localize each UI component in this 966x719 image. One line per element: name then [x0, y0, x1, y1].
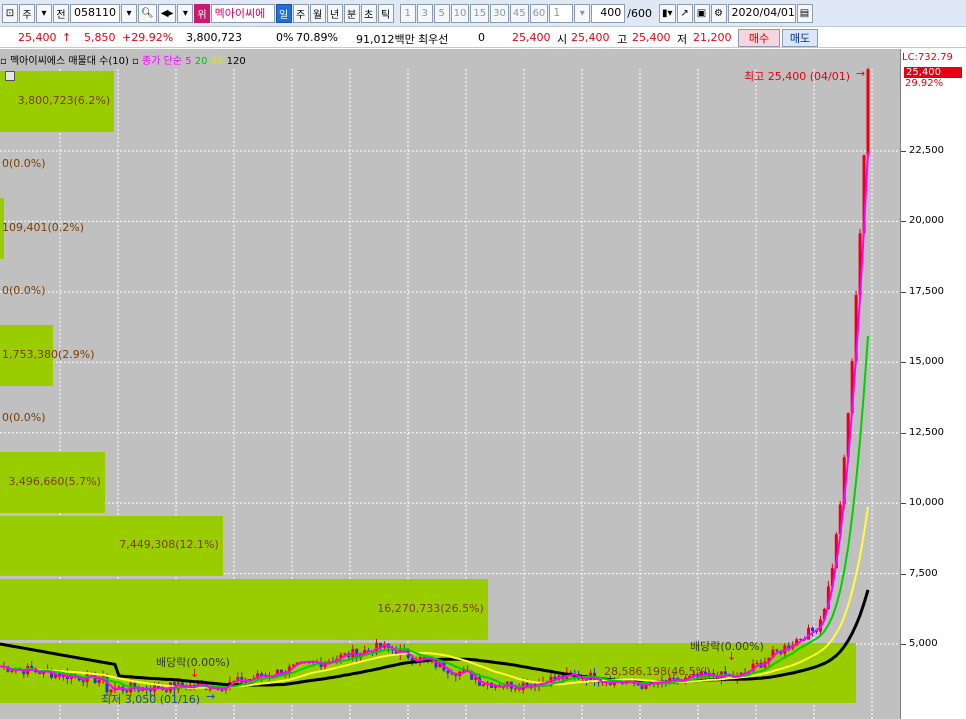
toolbar: ⊡ 주 ▾ 전 058110 ▾ 🔍︎ ◀▸ ▾ 위 멕아이씨에 일 주 월 년…	[0, 0, 966, 27]
stock-code-input[interactable]: 058110	[70, 3, 120, 23]
low-arrow-icon: →	[206, 690, 216, 703]
axis-tick	[901, 503, 906, 505]
prev-button[interactable]: 전	[53, 3, 69, 23]
current-price-tag: 25,400	[904, 67, 962, 78]
up-arrow-icon: ↑	[62, 31, 72, 44]
bar-count-input[interactable]: 400	[591, 3, 626, 23]
candle-body	[775, 649, 779, 651]
axis-tick	[901, 432, 906, 434]
open-price: 25,400	[571, 31, 610, 44]
axis-tick-label: 7,500	[909, 567, 938, 579]
turnover-label: 0%	[276, 31, 294, 44]
date-input[interactable]: 2020/04/01	[727, 3, 796, 23]
high-annotation: 최고 25,400 (04/01)	[744, 70, 851, 83]
price-axis: 22,500 20,000 17,500 15,000 12,500 10,000 7,50…	[900, 49, 966, 719]
turnover: 70.89%	[296, 31, 338, 44]
interval-10[interactable]: 10	[450, 3, 470, 23]
axis-tick	[901, 362, 906, 364]
candle-body	[755, 662, 759, 664]
period-week[interactable]: 주	[292, 3, 309, 23]
price-chart[interactable]: ▫ 멕아이씨에스 매물대 수(10) ▫ 종가 단순 5 20 60 120 3…	[0, 49, 900, 719]
high-label: 고	[617, 33, 628, 46]
volume: 3,800,723	[186, 31, 242, 44]
axis-tick-label: 20,000	[909, 215, 944, 227]
period-day[interactable]: 일	[275, 3, 292, 23]
interval-15[interactable]: 15	[470, 3, 490, 23]
change-amount: 5,850	[84, 31, 116, 44]
axis-tick-label: 5,000	[909, 638, 938, 649]
axis-tick	[901, 221, 906, 223]
dividend-arrow-icon-2: ↓	[727, 650, 737, 663]
count-select[interactable]: 1	[549, 3, 574, 23]
interval-5[interactable]: 5	[433, 3, 450, 23]
lc-value: LC:732.79	[902, 52, 953, 63]
axis-tick-label: 10,000	[909, 497, 944, 509]
candle-body	[220, 689, 224, 691]
stock-name-field[interactable]: 멕아이씨에	[210, 3, 275, 23]
low-label: 저	[677, 33, 688, 46]
candle-body	[482, 684, 486, 686]
axis-change-percent: 29.92%	[905, 78, 944, 89]
interval-30[interactable]: 30	[490, 3, 509, 23]
price-series	[0, 67, 870, 697]
axis-tick	[901, 573, 906, 575]
calendar-icon[interactable]: ▤	[796, 3, 813, 23]
high-arrow-icon: →	[856, 67, 866, 80]
best-quote-price: 25,400	[512, 31, 551, 44]
axis-tick	[901, 291, 906, 293]
axis-tick-label: 22,500	[909, 145, 944, 156]
period-month[interactable]: 월	[309, 3, 326, 23]
axis-tick-label: 17,500	[909, 285, 944, 297]
quote-bar: 25,400 ↑ 5,850 +29.92% 3,800,723 0% 70.8…	[0, 28, 966, 48]
best-quote-label: 최우선	[418, 33, 449, 46]
current-price: 25,400	[18, 31, 57, 44]
buy-button[interactable]: 매수	[738, 29, 780, 47]
table-toggle-icon[interactable]	[5, 71, 15, 81]
search-icon[interactable]: 🔍︎	[138, 3, 157, 23]
candle-body	[866, 69, 870, 156]
warning-badge: 위	[194, 3, 210, 23]
gear-icon[interactable]: ⚙	[710, 3, 727, 23]
candle-body	[513, 688, 517, 690]
change-percent: +29.92%	[122, 31, 174, 44]
candle-body	[10, 670, 14, 672]
ma5-line	[0, 152, 869, 692]
interval-1[interactable]: 1	[399, 3, 416, 23]
bar-total: /600	[627, 6, 652, 20]
chevron-down-icon[interactable]: ▾	[36, 3, 52, 23]
sound-dropdown-icon[interactable]: ▾	[177, 3, 194, 23]
best-quote-qty: 0	[478, 31, 485, 44]
axis-tick	[901, 151, 906, 152]
market-select[interactable]: 주	[19, 3, 35, 23]
interval-45[interactable]: 45	[509, 3, 529, 23]
save-icon[interactable]: ▣	[693, 3, 710, 23]
speaker-icon[interactable]: ◀▸	[157, 3, 177, 23]
dividend-arrow-icon: ↓	[190, 667, 200, 680]
interval-60[interactable]: 60	[529, 3, 549, 23]
count-dropdown-icon[interactable]: ▾	[574, 3, 591, 23]
sell-button[interactable]: 매도	[782, 29, 818, 47]
candle-icon[interactable]: ▮▾	[659, 3, 676, 23]
link-icon[interactable]: ⊡	[2, 3, 18, 23]
low-annotation: 최저 3,050 (01/16)	[101, 693, 201, 706]
candle-body	[672, 677, 676, 679]
candle-body	[97, 679, 101, 683]
candle-body	[596, 681, 600, 683]
period-second[interactable]: 초	[360, 3, 377, 23]
high-price: 25,400	[632, 31, 671, 44]
period-minute[interactable]: 분	[343, 3, 360, 23]
period-year[interactable]: 년	[326, 3, 343, 23]
code-dropdown-icon[interactable]: ▾	[121, 3, 137, 23]
draw-tool-icon[interactable]: ↗	[676, 3, 693, 23]
low-price: 21,200	[693, 31, 732, 44]
candle-body	[811, 627, 815, 631]
ma20-line	[0, 335, 869, 691]
axis-tick-label: 15,000	[909, 356, 944, 368]
axis-tick	[901, 644, 906, 645]
trade-amount: 91,012백만	[356, 33, 415, 46]
open-label: 시	[557, 33, 568, 46]
axis-tick-label: 12,500	[909, 426, 944, 438]
period-tick[interactable]: 틱	[377, 3, 394, 23]
interval-3[interactable]: 3	[416, 3, 433, 23]
